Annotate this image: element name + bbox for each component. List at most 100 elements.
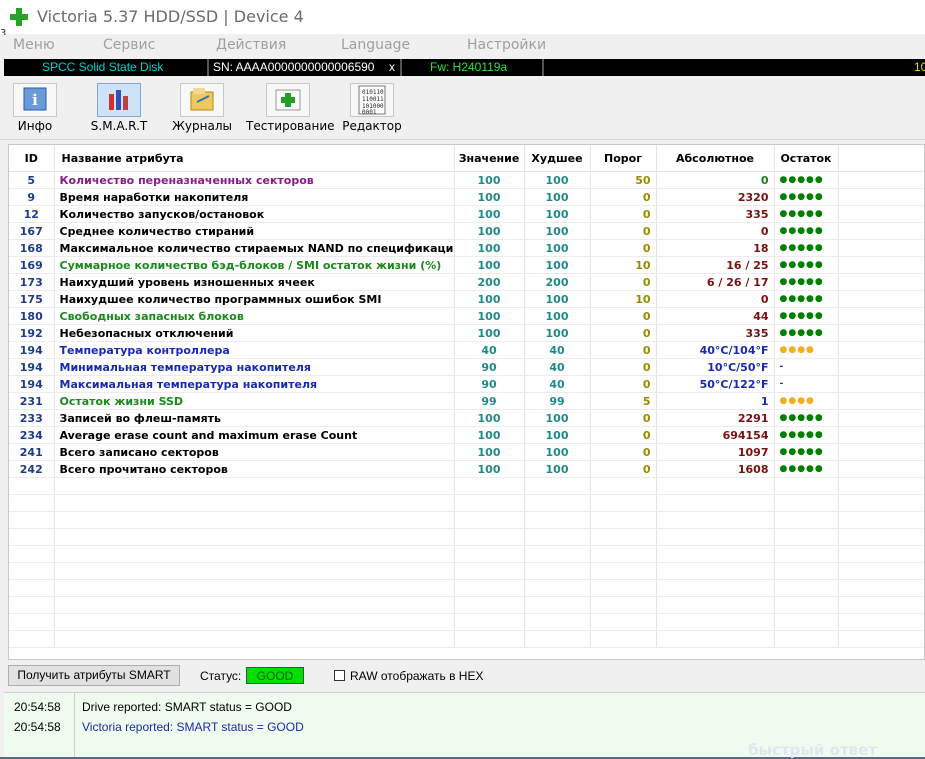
cell-empty — [54, 477, 455, 495]
cell-threshold: 10 — [590, 256, 657, 274]
column-header-absolute[interactable]: Абсолютное — [656, 145, 775, 172]
cell-id: 5 — [9, 171, 55, 189]
cell-health: ●●●●● — [774, 239, 839, 257]
cell-empty — [524, 477, 591, 495]
menu-language[interactable]: Language — [341, 37, 410, 53]
device-close-button[interactable]: x — [389, 60, 395, 74]
smart-table[interactable]: ID Название атрибута Значение Худшее Пор… — [8, 144, 925, 660]
hex-checkbox[interactable] — [334, 670, 345, 681]
cell-empty — [54, 528, 455, 546]
cell-empty — [656, 613, 775, 631]
cell-empty — [838, 545, 924, 563]
table-row[interactable]: 167 Среднее количество стираний 100 100 0 0 ●●… — [9, 222, 924, 240]
cell-name: Всего записано секторов — [54, 443, 455, 461]
table-row[interactable]: 168 Максимальное количество стираемых NAN… — [9, 239, 924, 257]
table-row[interactable]: 242 Всего прочитано секторов 100 100 0 1608 ●●… — [9, 460, 924, 478]
hex-checkbox-label[interactable]: RAW отображать в HEX — [350, 669, 483, 683]
table-row[interactable]: 175 Наихудшее количество программных ошиб… — [9, 290, 924, 308]
cell-value: 100 — [454, 290, 525, 308]
column-header-id[interactable]: ID — [9, 145, 55, 172]
table-row[interactable]: 9 Время наработки накопителя 100 100 0 2320 ●●… — [9, 188, 924, 206]
column-header-health[interactable]: Остаток — [774, 145, 839, 172]
cell-absolute: 44 — [656, 307, 775, 325]
cell-value: 100 — [454, 171, 525, 189]
test-icon — [266, 83, 310, 117]
table-row[interactable]: 5 Количество переназначенных секторов 100 1… — [9, 171, 924, 189]
cell-empty — [454, 630, 525, 648]
menu-service[interactable]: Сервис — [103, 37, 155, 53]
cell-name: Количество переназначенных секторов — [54, 171, 455, 189]
cell-threshold: 0 — [590, 460, 657, 478]
cell-empty — [454, 579, 525, 597]
table-row[interactable]: 194 Температура контроллера 40 40 0 40°C/104°… — [9, 341, 924, 359]
empty-row — [9, 613, 924, 631]
cell-absolute: 0 — [656, 222, 775, 240]
cell-empty — [838, 375, 924, 393]
cell-absolute: 16 / 25 — [656, 256, 775, 274]
cell-worst: 100 — [524, 171, 591, 189]
empty-row — [9, 511, 924, 529]
table-row[interactable]: 194 Минимальная температура накопителя 90 4… — [9, 358, 924, 376]
device-model[interactable]: SPCC Solid State Disk — [42, 60, 163, 74]
tab-smart[interactable]: S.M.A.R.T — [86, 79, 152, 137]
cell-threshold: 0 — [590, 341, 657, 359]
log-divider — [74, 693, 75, 757]
cell-value: 100 — [454, 222, 525, 240]
table-row[interactable]: 194 Максимальная температура накопителя 90… — [9, 375, 924, 393]
column-header-empty — [838, 145, 924, 172]
device-bar[interactable]: SPCC Solid State Disk SN: AAAA0000000000… — [4, 59, 925, 76]
menu-actions[interactable]: Действия — [216, 37, 286, 53]
menu-settings[interactable]: Настройки — [467, 37, 546, 53]
cell-empty — [656, 494, 775, 512]
cell-id: 231 — [9, 392, 55, 410]
table-row[interactable]: 231 Остаток жизни SSD 99 99 5 1 ●●●● — [9, 392, 924, 410]
cell-value: 100 — [454, 324, 525, 342]
cell-empty — [9, 477, 55, 495]
tab-editor[interactable]: 010110 110011 101000 0001 Редактор — [342, 79, 402, 137]
table-row[interactable]: 234 Average erase count and maximum erase… — [9, 426, 924, 444]
menu-main[interactable]: Меню — [13, 37, 55, 53]
cell-id: 9 — [9, 188, 55, 206]
cell-value: 40 — [454, 341, 525, 359]
editor-icon: 010110 110011 101000 0001 — [350, 83, 394, 117]
table-row[interactable]: 241 Всего записано секторов 100 100 0 1097 ●●●… — [9, 443, 924, 461]
log-time: 20:54:58 — [14, 720, 61, 734]
table-row[interactable]: 180 Свободных запасных блоков 100 100 0 44 ●●●… — [9, 307, 924, 325]
device-serial: SN: AAAA0000000000006590 — [213, 60, 375, 74]
column-header-worst[interactable]: Худшее — [524, 145, 591, 172]
table-row[interactable]: 169 Суммарное количество бэд-блоков / SMI… — [9, 256, 924, 274]
table-row[interactable]: 173 Наихудший уровень изношенных ячеек 200… — [9, 273, 924, 291]
cell-health: ●●●●● — [774, 188, 839, 206]
tab-logs[interactable]: Журналы — [170, 79, 234, 137]
tab-info-label: Инфо — [17, 119, 53, 133]
cell-empty — [838, 477, 924, 495]
empty-row — [9, 630, 924, 648]
cell-absolute: 694154 — [656, 426, 775, 444]
victoria-cross-icon — [10, 8, 28, 26]
cell-threshold: 0 — [590, 239, 657, 257]
column-header-name[interactable]: Название атрибута — [54, 145, 455, 172]
cell-empty — [774, 630, 839, 648]
table-row[interactable]: 233 Записей во флеш-память 100 100 0 2291 ●●●●… — [9, 409, 924, 427]
cell-id: 241 — [9, 443, 55, 461]
cell-empty — [524, 545, 591, 563]
cell-empty — [454, 562, 525, 580]
get-smart-button[interactable]: Получить атрибуты SMART — [8, 665, 180, 686]
column-header-threshold[interactable]: Порог — [590, 145, 657, 172]
cell-worst: 200 — [524, 273, 591, 291]
cell-id: 173 — [9, 273, 55, 291]
empty-row — [9, 477, 924, 495]
cell-absolute: 50°C/122°F — [656, 375, 775, 393]
cell-id: 192 — [9, 324, 55, 342]
tab-testing[interactable]: Тестирование — [246, 79, 335, 137]
cell-value: 90 — [454, 375, 525, 393]
cell-threshold: 0 — [590, 222, 657, 240]
cell-absolute: 1608 — [656, 460, 775, 478]
table-row[interactable]: 192 Небезопасных отключений 100 100 0 335 ●●●●… — [9, 324, 924, 342]
tab-info[interactable]: i Инфо — [8, 79, 62, 137]
column-header-value[interactable]: Значение — [454, 145, 525, 172]
cell-empty — [774, 511, 839, 529]
cell-health: - — [774, 375, 839, 393]
table-row[interactable]: 12 Количество запусков/остановок 100 100 0 33… — [9, 205, 924, 223]
cell-name: Время наработки накопителя — [54, 188, 455, 206]
